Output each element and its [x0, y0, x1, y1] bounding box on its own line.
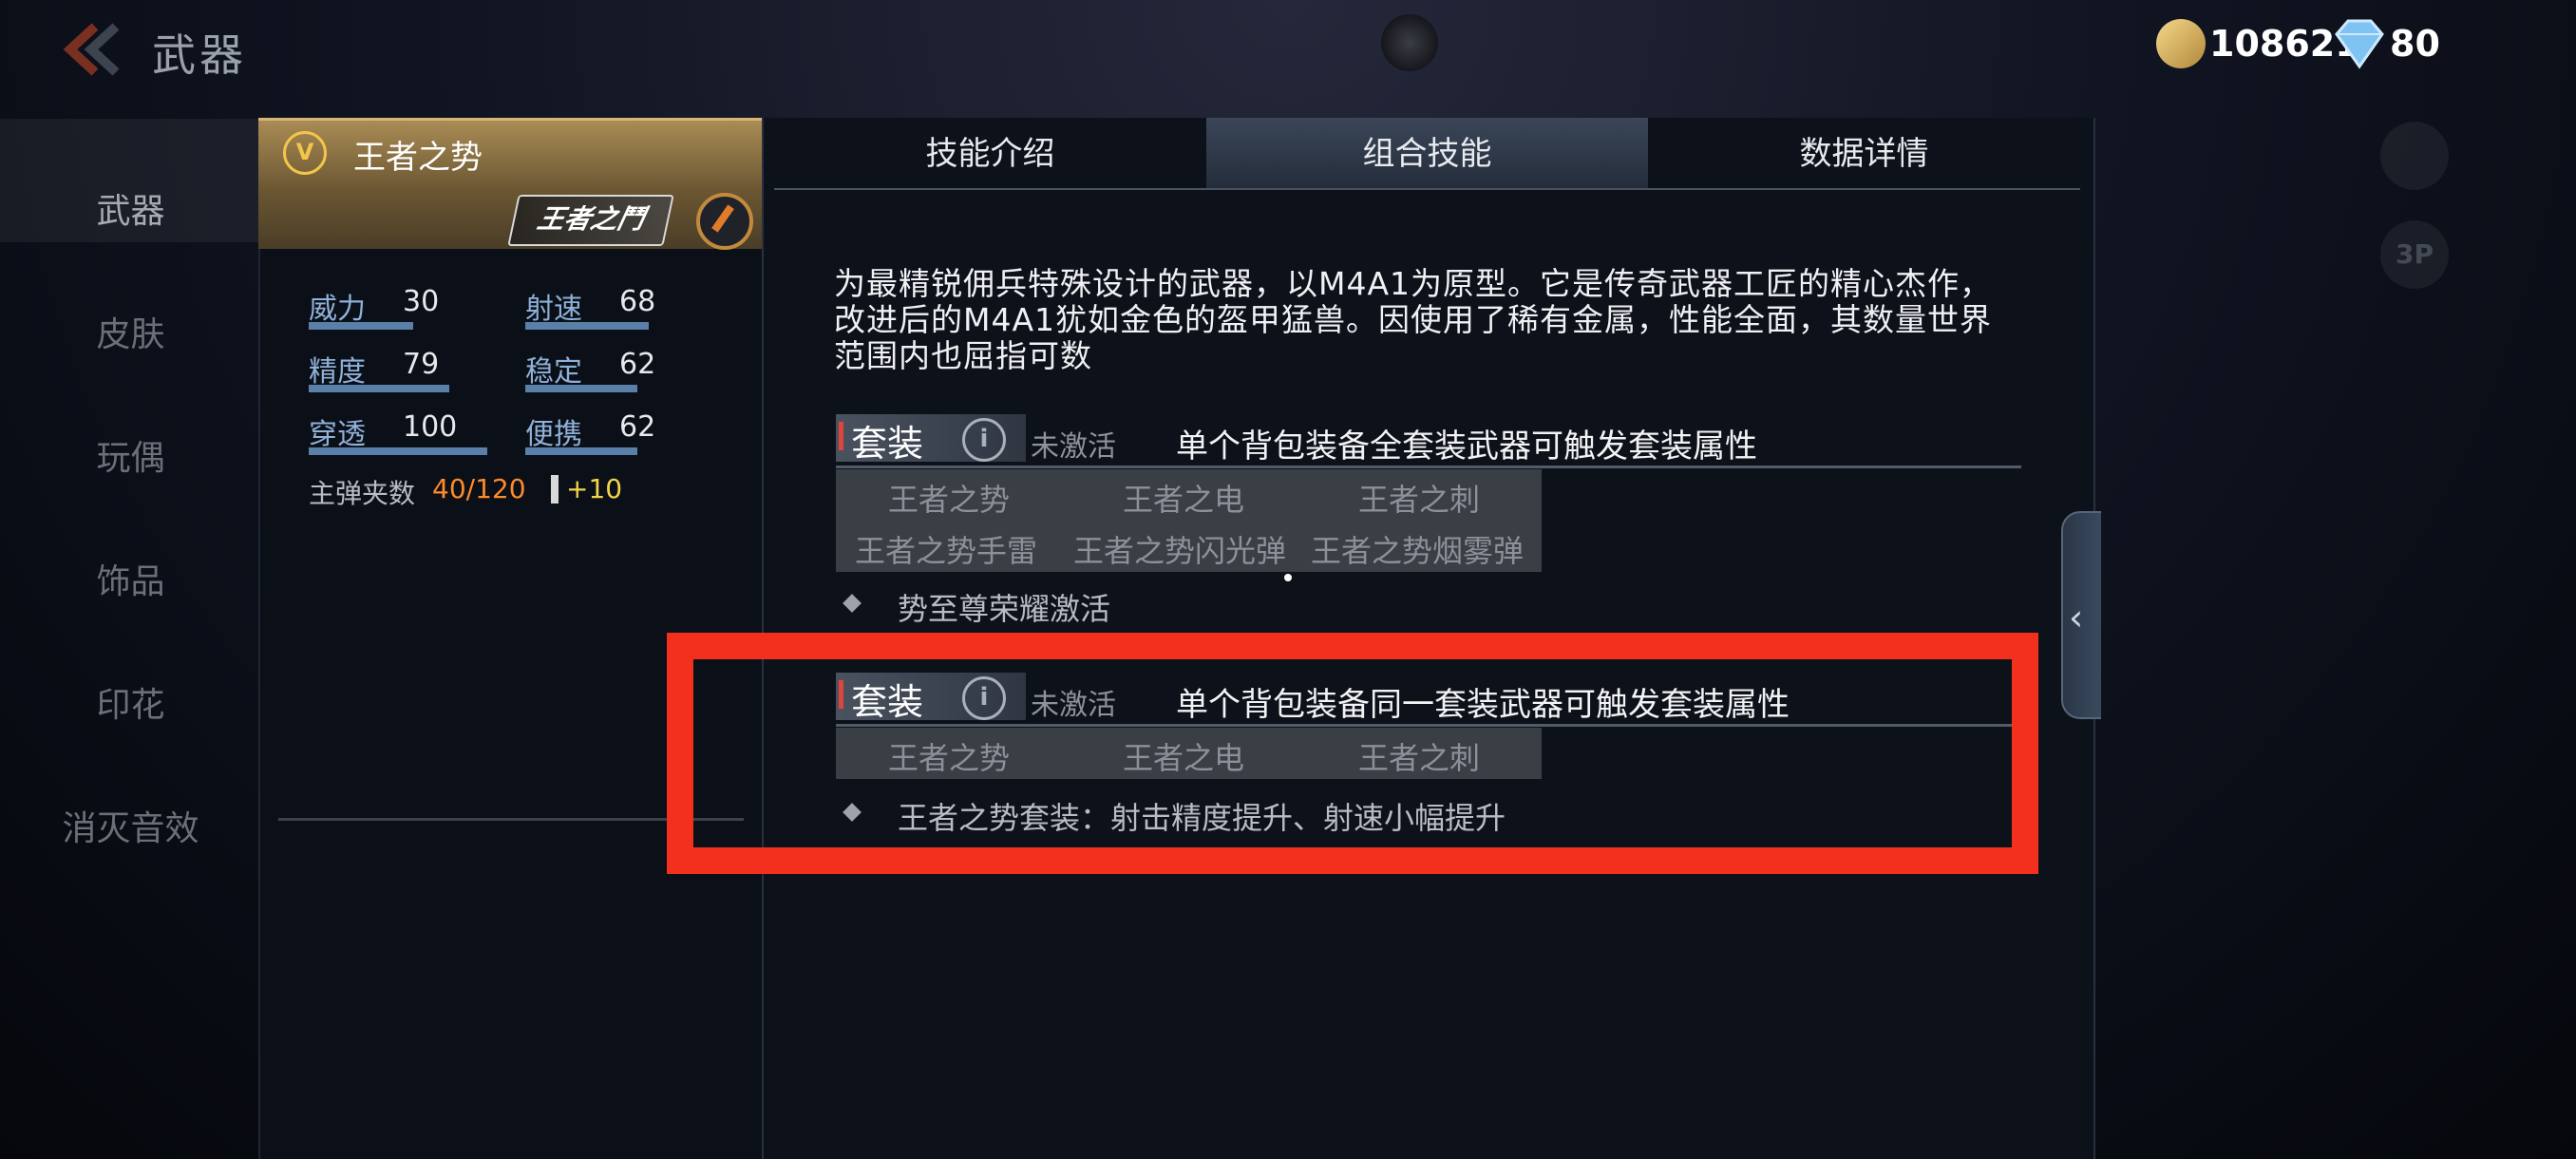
record-icon — [1381, 14, 1438, 71]
nav-item-label: 印花 — [96, 686, 165, 725]
nav-item-label: 武器 — [96, 192, 165, 231]
stat-label: 射速 — [525, 293, 582, 326]
nav-item-label: 玩偶 — [96, 439, 165, 478]
set-item: 王者之势 — [888, 482, 1011, 518]
tab-skill-intro[interactable]: 技能介绍 — [774, 118, 1206, 190]
tab-underline — [774, 188, 2080, 190]
set-item: 王者之势手雷 — [855, 533, 1038, 569]
category-nav: 武器 皮肤 玩偶 饰品 印花 消灭音效 — [0, 119, 261, 1159]
nav-item-label: 消灭音效 — [62, 809, 199, 848]
stat-value: 79 — [403, 348, 440, 381]
set-tag-label: 套装 — [851, 423, 924, 465]
set-tag-marker — [839, 422, 843, 450]
set-effect: 势至尊荣耀激活 — [898, 591, 1111, 627]
weapon-name: 王者之势 — [353, 139, 483, 177]
nav-item-weapon[interactable]: 武器 — [0, 119, 261, 242]
stat-label: 威力 — [309, 293, 366, 326]
stat-bar — [525, 447, 637, 455]
stat-value: 62 — [619, 410, 656, 444]
chevron-left-icon — [63, 23, 120, 76]
cursor-dot — [1284, 574, 1292, 581]
diamond-amount: 80 — [2390, 23, 2440, 65]
stat-bar — [525, 385, 637, 392]
weapon-logo: 王者之鬥 — [507, 195, 674, 246]
gamepad-icon[interactable] — [2380, 122, 2449, 190]
nav-item-kill-sound[interactable]: 消灭音效 — [0, 736, 261, 860]
stat-value: 100 — [403, 410, 458, 444]
stat-value: 30 — [403, 285, 440, 318]
stat-label: 穿透 — [309, 418, 366, 451]
set-divider — [836, 466, 2021, 468]
stat-label: 便携 — [525, 418, 582, 451]
stat-label: 精度 — [309, 355, 366, 389]
set-item: 王者之势烟雾弹 — [1311, 533, 1525, 569]
chevron-left-icon: ‹ — [2069, 597, 2084, 638]
stat-label: 稳定 — [525, 355, 582, 389]
set-description: 单个背包装备全套装武器可触发套装属性 — [1176, 428, 1757, 466]
rank-medal-icon — [696, 193, 753, 250]
ammo-label: 主弹夹数 — [309, 478, 416, 509]
ammo-icon — [551, 475, 559, 504]
tab-data-details[interactable]: 数据详情 — [1648, 118, 2080, 190]
highlight-box — [667, 633, 2038, 874]
diamond-icon[interactable] — [2329, 17, 2390, 70]
stat-bar — [525, 322, 649, 330]
set-item: 王者之势闪光弹 — [1073, 533, 1287, 569]
nav-item-label: 饰品 — [96, 562, 165, 601]
stat-value: 68 — [619, 285, 656, 318]
nav-item-decal[interactable]: 印花 — [0, 613, 261, 736]
stat-bar — [309, 322, 413, 330]
info-icon[interactable]: i — [962, 418, 1006, 462]
nav-item-skin[interactable]: 皮肤 — [0, 242, 261, 366]
ammo-value: 40/120 — [432, 473, 526, 504]
stat-value: 62 — [619, 348, 656, 381]
nav-item-accessory[interactable]: 饰品 — [0, 489, 261, 613]
set-status: 未激活 — [1031, 430, 1116, 464]
set-item: 王者之电 — [1123, 482, 1245, 518]
view-mode-button[interactable]: 3P — [2380, 220, 2449, 289]
page-title: 武器 — [152, 29, 247, 81]
weapon-description: 为最精锐佣兵特殊设计的武器，以M4A1为原型。它是传奇武器工匠的精心杰作，改进后… — [834, 265, 1993, 374]
stat-bar — [309, 385, 449, 392]
tab-combo-skill[interactable]: 组合技能 — [1206, 118, 1648, 190]
ammo-bonus: +10 — [566, 473, 623, 504]
gold-coin-icon[interactable] — [2156, 19, 2206, 68]
vip-badge-icon: V — [283, 131, 327, 175]
nav-item-label: 皮肤 — [96, 315, 165, 354]
nav-item-doll[interactable]: 玩偶 — [0, 366, 261, 489]
set-item: 王者之刺 — [1358, 482, 1481, 518]
stat-bar — [309, 447, 487, 455]
back-button[interactable] — [57, 21, 123, 78]
